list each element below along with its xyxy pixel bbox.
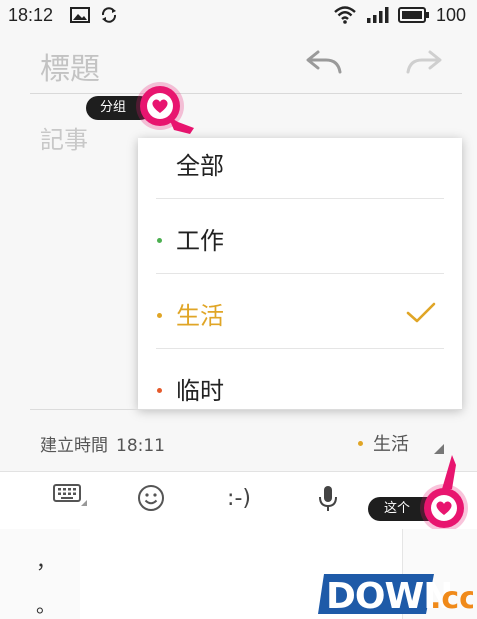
punctuation-column: ， 。 bbox=[0, 529, 81, 619]
candidate-comma[interactable]: ， bbox=[36, 545, 56, 574]
note-input[interactable]: 記事 bbox=[40, 120, 88, 155]
heart-icon bbox=[434, 498, 454, 522]
emoticon-button[interactable]: :-) bbox=[224, 486, 254, 522]
microphone-icon[interactable] bbox=[316, 484, 340, 520]
title-input[interactable]: 標題 bbox=[40, 44, 100, 88]
category-item-all[interactable]: 全部 bbox=[138, 124, 462, 199]
category-item-temp[interactable]: 临时 bbox=[138, 349, 462, 424]
this-marker bbox=[424, 488, 464, 528]
heart-icon bbox=[150, 96, 170, 120]
category-dot bbox=[358, 440, 363, 446]
category-item-life[interactable]: 生活 bbox=[138, 274, 462, 349]
category-item-label: 临时 bbox=[176, 377, 224, 405]
candidate-period[interactable]: 。 bbox=[36, 589, 56, 618]
keyboard-icon[interactable] bbox=[50, 482, 90, 518]
battery-level: 100 bbox=[436, 5, 467, 25]
category-dropdown: 全部 工作 生活 临时 bbox=[138, 138, 462, 409]
category-bullet bbox=[157, 388, 162, 393]
created-time-value: 18:11 bbox=[116, 436, 165, 456]
redo-icon[interactable] bbox=[404, 46, 444, 82]
status-bar: 18:12 100 bbox=[0, 0, 477, 30]
created-time: 建立時間 18:11 bbox=[40, 431, 165, 456]
category-item-work[interactable]: 工作 bbox=[138, 199, 462, 274]
category-bullet bbox=[157, 238, 162, 243]
wifi-icon bbox=[334, 6, 356, 28]
undo-icon[interactable] bbox=[304, 46, 344, 82]
svg-text:.cc: .cc bbox=[430, 581, 473, 616]
category-item-label: 全部 bbox=[176, 152, 224, 180]
checkmark-icon bbox=[406, 302, 436, 328]
group-tooltip-label: 分组 bbox=[100, 100, 127, 115]
sync-icon bbox=[100, 6, 118, 28]
down-cc-watermark-logo: DOWN .cc bbox=[318, 574, 473, 616]
category-item-label: 工作 bbox=[176, 227, 224, 255]
image-icon bbox=[70, 6, 90, 28]
signal-icon bbox=[366, 6, 390, 28]
category-item-label: 生活 bbox=[176, 302, 224, 330]
status-time: 18:12 bbox=[8, 5, 54, 25]
category-bullet bbox=[157, 313, 162, 318]
dropdown-corner-icon bbox=[434, 444, 444, 454]
info-divider bbox=[30, 409, 462, 410]
title-divider bbox=[30, 93, 462, 94]
created-label: 建立時間 bbox=[40, 436, 108, 456]
battery-icon bbox=[398, 6, 430, 28]
emoji-icon[interactable] bbox=[136, 484, 166, 520]
this-tooltip-label: 这个 bbox=[384, 501, 411, 516]
category-selector[interactable]: 生活 bbox=[358, 430, 409, 456]
current-category-label: 生活 bbox=[373, 434, 409, 455]
